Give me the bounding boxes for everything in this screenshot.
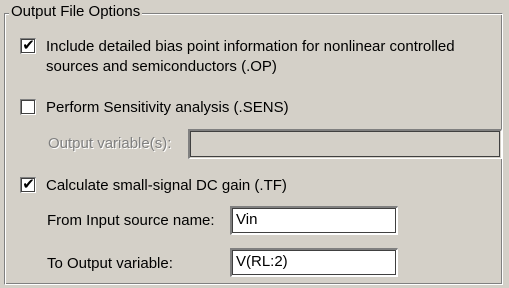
checkmark-icon: ✔: [22, 36, 35, 54]
bias-point-checkbox[interactable]: ✔: [20, 36, 36, 54]
sensitivity-checkbox[interactable]: [20, 99, 36, 115]
to-output-variable-label: To Output variable:: [47, 255, 173, 272]
bias-point-label-line1: Include detailed bias point information …: [46, 38, 455, 55]
bias-point-label-line2: sources and semiconductors (.OP): [46, 58, 277, 75]
to-output-variable-input[interactable]: V(RL:2): [230, 248, 398, 277]
tf-label: Calculate small-signal DC gain (.TF): [46, 177, 287, 194]
bias-point-checkbox-row[interactable]: ✔ Include detailed bias point informatio…: [20, 37, 455, 77]
output-variables-input[interactable]: [188, 129, 502, 159]
from-input-source-input[interactable]: Vin: [230, 206, 398, 235]
tf-checkbox[interactable]: ✔: [20, 175, 36, 193]
bias-point-label: Include detailed bias point information …: [46, 37, 455, 77]
group-title: Output File Options: [9, 2, 143, 22]
from-input-source-label: From Input source name:: [47, 212, 215, 229]
checkmark-icon: ✔: [22, 175, 35, 193]
output-file-options-panel: Output File Options ✔ Include detailed b…: [0, 0, 509, 288]
tf-checkbox-row[interactable]: ✔ Calculate small-signal DC gain (.TF): [20, 176, 287, 196]
sensitivity-label: Perform Sensitivity analysis (.SENS): [46, 99, 289, 116]
sensitivity-checkbox-row[interactable]: Perform Sensitivity analysis (.SENS): [20, 98, 289, 118]
output-variables-label: Output variable(s):: [48, 135, 172, 152]
